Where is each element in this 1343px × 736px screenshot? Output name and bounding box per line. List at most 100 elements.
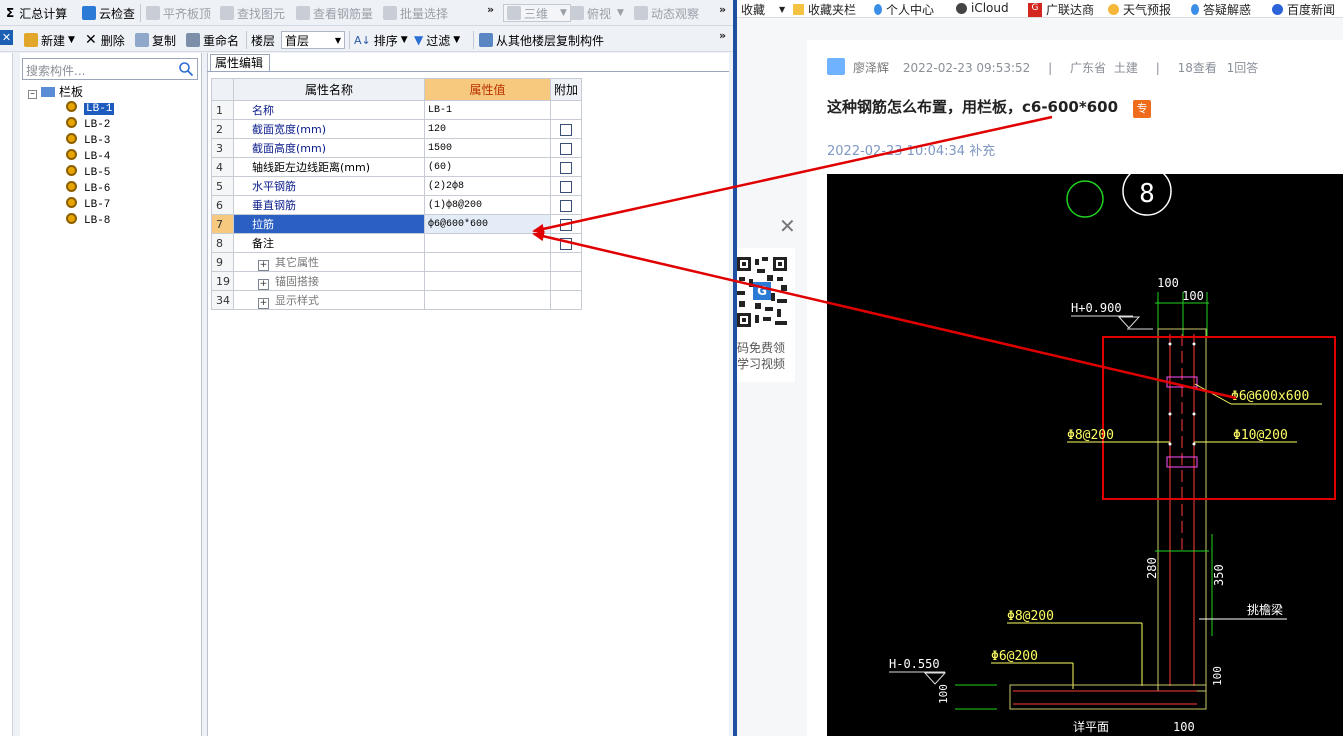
- top-view-label: 俯视: [587, 6, 612, 21]
- summary-button[interactable]: Σ 汇总计算: [6, 4, 67, 22]
- tree-root-label: 栏板: [59, 85, 84, 99]
- floor-label: 楼层: [251, 31, 275, 49]
- copy-button[interactable]: 复制: [135, 31, 176, 49]
- row-number: 19: [211, 271, 234, 291]
- property-value[interactable]: (60): [424, 157, 551, 177]
- table-row[interactable]: 4 轴线距左边线距离(mm) (60): [211, 157, 583, 177]
- dim-label: 100: [1211, 666, 1224, 686]
- bookmark-item[interactable]: 百度新闻: [1272, 1, 1335, 18]
- sort-label: 排序: [373, 33, 398, 48]
- bookmark-item[interactable]: iCloud: [956, 1, 1009, 15]
- expand-icon[interactable]: +: [258, 297, 269, 309]
- view-rebar-button[interactable]: 查看钢筋量: [296, 4, 373, 22]
- extra-checkbox[interactable]: [560, 180, 572, 193]
- view3d-select[interactable]: 三维 ▼: [503, 4, 571, 22]
- table-row[interactable]: 6 垂直钢筋 (1)ф8@200: [211, 195, 583, 215]
- bookmark-item[interactable]: G 广联达商: [1028, 1, 1094, 18]
- author-name[interactable]: 廖泽辉: [853, 61, 889, 75]
- delete-button[interactable]: ✕ 删除: [85, 31, 125, 49]
- toolbar-overflow-icon[interactable]: »: [487, 3, 494, 16]
- property-value[interactable]: LB-1: [424, 100, 551, 120]
- leader-line: [1194, 383, 1232, 405]
- property-value[interactable]: ф6@600*600: [424, 214, 551, 234]
- extra-checkbox[interactable]: [560, 237, 572, 250]
- table-row[interactable]: 2 截面宽度(mm) 120: [211, 119, 583, 139]
- apple-icon: [956, 2, 967, 14]
- tree-item[interactable]: LB-1: [66, 101, 115, 117]
- qr-code-icon[interactable]: G: [737, 257, 787, 327]
- tree-root-node[interactable]: − 栏板: [28, 84, 83, 100]
- sort-button[interactable]: A↓ 排序 ▼: [354, 31, 408, 49]
- floor-label-text: 楼层: [251, 33, 276, 48]
- top-view-button[interactable]: 俯视 ▼: [570, 4, 624, 22]
- supplement-time: 2022-02-23 10:04:34 补充: [827, 144, 996, 159]
- tree-item[interactable]: LB-2: [66, 117, 110, 133]
- bookmark-item[interactable]: 答疑解惑: [1191, 1, 1251, 18]
- tree-item[interactable]: LB-8: [66, 213, 110, 229]
- batch-select-button[interactable]: 批量选择: [383, 4, 448, 22]
- property-name: 名称: [233, 100, 425, 120]
- property-value[interactable]: 1500: [424, 138, 551, 158]
- tab-property-edit[interactable]: 属性编辑: [210, 54, 270, 72]
- extra-checkbox[interactable]: [560, 123, 572, 136]
- property-value[interactable]: 120: [424, 119, 551, 139]
- align-slab-icon: [146, 6, 160, 20]
- tree-item[interactable]: LB-3: [66, 133, 110, 149]
- close-icon[interactable]: ✕: [0, 30, 13, 45]
- expand-icon[interactable]: +: [258, 278, 269, 290]
- bookmark-label: 收藏: [741, 3, 766, 17]
- extra-checkbox[interactable]: [560, 218, 572, 231]
- rebar-label: Φ6@200: [991, 649, 1038, 664]
- component-gear-icon: [66, 101, 77, 112]
- weather-icon: [1108, 4, 1119, 15]
- copy-from-floor-button[interactable]: 从其他楼层复制构件: [479, 31, 604, 49]
- tree-item[interactable]: LB-6: [66, 181, 110, 197]
- collapse-icon[interactable]: −: [28, 90, 37, 99]
- bookmark-item[interactable]: 个人中心: [874, 1, 934, 18]
- dynamic-view-button[interactable]: 动态观察: [634, 4, 699, 22]
- dim-label: 100: [1182, 289, 1204, 303]
- find-element-button[interactable]: 查找图元: [220, 4, 285, 22]
- dim-label: 350: [1212, 564, 1226, 586]
- table-row-group[interactable]: 19 + 锚固搭接: [211, 271, 583, 291]
- search-input[interactable]: 搜索构件...: [22, 58, 198, 80]
- expand-icon[interactable]: +: [258, 259, 269, 271]
- property-name: 备注: [233, 233, 425, 253]
- extra-checkbox[interactable]: [560, 161, 572, 174]
- dim-label: 280: [1145, 557, 1159, 579]
- align-slab-button[interactable]: 平齐板顶: [146, 4, 211, 22]
- table-row[interactable]: 8 备注: [211, 233, 583, 253]
- rename-button[interactable]: 重命名: [186, 31, 239, 49]
- search-icon[interactable]: [178, 61, 194, 77]
- rename-label: 重命名: [203, 33, 240, 48]
- cloud-check-button[interactable]: 云检查: [82, 4, 135, 22]
- copy-from-floor-label: 从其他楼层复制构件: [496, 33, 605, 48]
- toolbar-overflow-icon[interactable]: »: [719, 29, 726, 42]
- new-button[interactable]: 新建 ▼: [24, 31, 75, 49]
- elevation-label: H-0.550: [889, 657, 940, 671]
- find-element-label: 查找图元: [237, 6, 286, 21]
- property-value[interactable]: (1)ф8@200: [424, 195, 551, 215]
- table-row[interactable]: 3 截面高度(mm) 1500: [211, 138, 583, 158]
- table-row[interactable]: 5 水平钢筋 (2)2ф8: [211, 176, 583, 196]
- table-row-group[interactable]: 9 + 其它属性: [211, 252, 583, 272]
- bookmark-favorites[interactable]: 收藏 ▼: [741, 1, 785, 18]
- floor-select[interactable]: 首层 ▼: [281, 31, 345, 49]
- tree-item[interactable]: LB-5: [66, 165, 110, 181]
- bookmark-folder[interactable]: 收藏夹栏: [793, 1, 856, 18]
- tree-item[interactable]: LB-7: [66, 197, 110, 213]
- chevron-down-icon: ▼: [617, 8, 624, 18]
- table-row-selected[interactable]: 7 拉筋 ф6@600*600: [211, 214, 583, 234]
- property-value[interactable]: [424, 233, 551, 253]
- table-row-group[interactable]: 34 + 显示样式: [211, 290, 583, 310]
- extra-checkbox[interactable]: [560, 142, 572, 155]
- table-row[interactable]: 1 名称 LB-1: [211, 100, 583, 120]
- bookmark-item[interactable]: 天气预报: [1108, 1, 1171, 18]
- extra-checkbox[interactable]: [560, 199, 572, 212]
- close-icon[interactable]: ✕: [779, 216, 796, 236]
- property-value[interactable]: (2)2ф8: [424, 176, 551, 196]
- filter-button[interactable]: ▼ 过滤 ▼: [414, 31, 460, 49]
- tree-item[interactable]: LB-4: [66, 149, 110, 165]
- cube-icon: [507, 6, 521, 20]
- toolbar-overflow-icon[interactable]: »: [719, 3, 726, 16]
